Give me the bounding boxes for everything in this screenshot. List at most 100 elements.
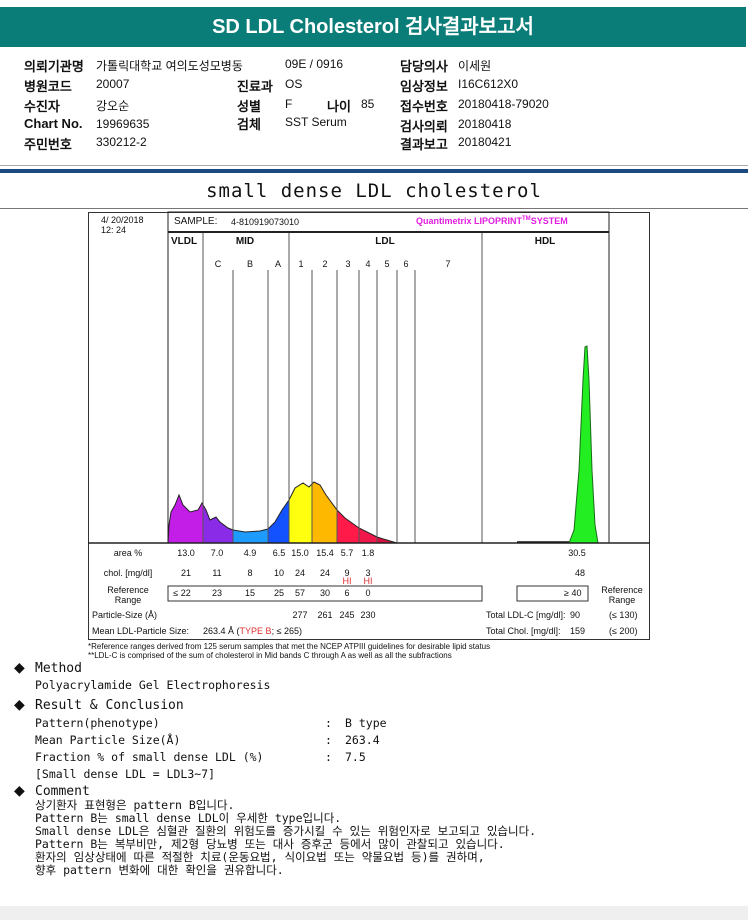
- particle-size-label: Particle-Size (Å): [92, 610, 158, 620]
- method-title: Method: [35, 661, 82, 676]
- band-fill: [359, 482, 377, 543]
- band-fill: [337, 482, 359, 543]
- reference-value: 25: [273, 588, 285, 598]
- particle-size-value: 230: [360, 610, 376, 620]
- sample-label: SAMPLE:: [174, 216, 218, 227]
- band-fill: [312, 482, 337, 543]
- chol-value: 10: [273, 568, 285, 578]
- ref-label-line2: Range: [608, 595, 636, 605]
- result-colon: :: [325, 750, 332, 764]
- comment-line: 향후 pattern 변화에 대한 확인을 권유합니다.: [35, 863, 284, 877]
- result-title: Result & Conclusion: [35, 698, 184, 713]
- result-colon: :: [325, 716, 332, 730]
- hdl-area: 30.5: [568, 548, 586, 558]
- chol-value: 8: [247, 568, 253, 578]
- chol-label: chol. [mg/dl]: [103, 568, 153, 578]
- total-chol-ref: (≤ 200): [609, 626, 638, 636]
- chol-value: 11: [212, 568, 222, 578]
- reference-value: 57: [294, 588, 306, 598]
- band-label: 4: [365, 259, 371, 269]
- method-text: Polyacrylamide Gel Electrophoresis: [35, 678, 271, 692]
- chol-value: 21: [180, 568, 192, 578]
- band-label: 2: [322, 259, 328, 269]
- group-vldl: VLDL: [171, 236, 198, 247]
- band-label: 7: [445, 259, 451, 269]
- chol-value: 24: [294, 568, 306, 578]
- group-ldl: LDL: [375, 236, 395, 247]
- total-chol-label: Total Chol. [mg/dl]:: [486, 626, 561, 636]
- result-value: 263.4: [345, 733, 380, 747]
- hdl-peak: [568, 345, 599, 544]
- page-footer-bar: [0, 906, 748, 920]
- brand-logo: Quantimetrix LIPOPRINTTMSYSTEM: [416, 216, 568, 226]
- mean-ref: ; ≤ 265): [271, 626, 303, 636]
- hi-flag: HI: [363, 576, 373, 586]
- type-badge: TYPE B: [239, 626, 272, 636]
- band-fill: [289, 482, 312, 543]
- reference-value: 6: [344, 588, 350, 598]
- hdl-reference-range-label: Reference Range: [601, 585, 643, 605]
- band-fill: [168, 482, 203, 543]
- group-mid: MID: [235, 236, 255, 247]
- particle-size-value: 277: [292, 610, 308, 620]
- band-fill: [233, 482, 268, 543]
- ref-label-line2: Range: [114, 595, 142, 605]
- reference-value: 30: [319, 588, 331, 598]
- result-label: Fraction % of small dense LDL (%): [35, 750, 264, 764]
- reference-value: 0: [365, 588, 371, 598]
- reference-range-label: Reference Range: [107, 585, 149, 605]
- area-value: 5.7: [340, 548, 354, 558]
- diamond-icon: ◆: [14, 783, 25, 799]
- report-time: 12: 24: [101, 225, 127, 235]
- comment-title: Comment: [35, 784, 90, 799]
- result-label: Mean Particle Size(Å): [35, 733, 181, 747]
- brand-tm: TM: [522, 216, 531, 222]
- total-chol-value: 159: [570, 626, 586, 636]
- band-label: C: [214, 259, 222, 269]
- reference-value: 23: [211, 588, 223, 598]
- result-note: [Small dense LDL = LDL3~7]: [35, 767, 216, 781]
- mean-size-value: 263.4 Å (TYPE B; ≤ 265): [203, 626, 302, 636]
- area-value: 1.8: [361, 548, 375, 558]
- result-value: B type: [345, 716, 387, 730]
- ref-label-line1: Reference: [601, 585, 643, 595]
- footnote-2: **LDL-C is comprised of the sum of chole…: [88, 651, 452, 660]
- mean-size-label: Mean LDL-Particle Size:: [92, 626, 190, 636]
- electrophoresis-chart: [88, 211, 650, 602]
- total-ldl-label: Total LDL-C [mg/dl]:: [486, 610, 566, 620]
- band-label: 6: [403, 259, 409, 269]
- total-ldl-ref: (≤ 130): [609, 610, 638, 620]
- area-value: 7.0: [210, 548, 224, 558]
- area-value: 15.0: [291, 548, 309, 558]
- brand-system: SYSTEM: [530, 216, 568, 226]
- particle-size-value: 261: [317, 610, 333, 620]
- area-value: 4.9: [243, 548, 257, 558]
- mean-value: 263.4 Å: [203, 626, 235, 636]
- report-date-chart: 4/ 20/2018: [101, 215, 144, 225]
- ref-label-line1: Reference: [107, 585, 149, 595]
- footnote-1: *Reference ranges derived from 125 serum…: [88, 642, 491, 651]
- area-value: 15.4: [316, 548, 334, 558]
- reference-value: ≤ 22: [173, 588, 191, 598]
- brand-name: Quantimetrix LIPOPRINT: [416, 216, 523, 226]
- area-value: 13.0: [177, 548, 195, 558]
- sample-id: 4-810919073010: [231, 217, 300, 227]
- chol-value: 24: [319, 568, 331, 578]
- diamond-icon: ◆: [14, 697, 25, 713]
- total-ldl-value: 90: [570, 610, 581, 620]
- area-label: area %: [113, 548, 143, 558]
- band-fill: [203, 482, 233, 543]
- hdl-reference: ≥ 40: [564, 588, 582, 598]
- band-label: 3: [345, 259, 351, 269]
- result-value: 7.5: [345, 750, 366, 764]
- band-fill: [268, 482, 289, 543]
- diamond-icon: ◆: [14, 660, 25, 676]
- group-hdl: HDL: [534, 236, 556, 247]
- band-label: 5: [384, 259, 390, 269]
- area-value: 6.5: [272, 548, 286, 558]
- band-label: 1: [298, 259, 304, 269]
- particle-size-value: 245: [339, 610, 355, 620]
- band-label: A: [274, 259, 282, 269]
- hi-flag: HI: [342, 576, 352, 586]
- hdl-chol: 48: [574, 568, 586, 578]
